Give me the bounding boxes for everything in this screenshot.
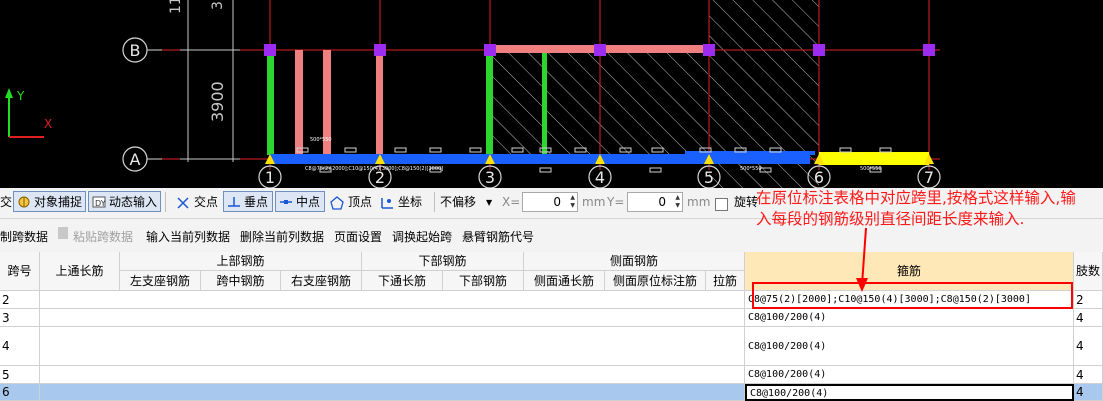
instruction-annotation: 在原位标注表格中对应跨里,按格式这样输入,输入每段的钢筋级别直径间距长度来输入.: [756, 189, 1076, 228]
